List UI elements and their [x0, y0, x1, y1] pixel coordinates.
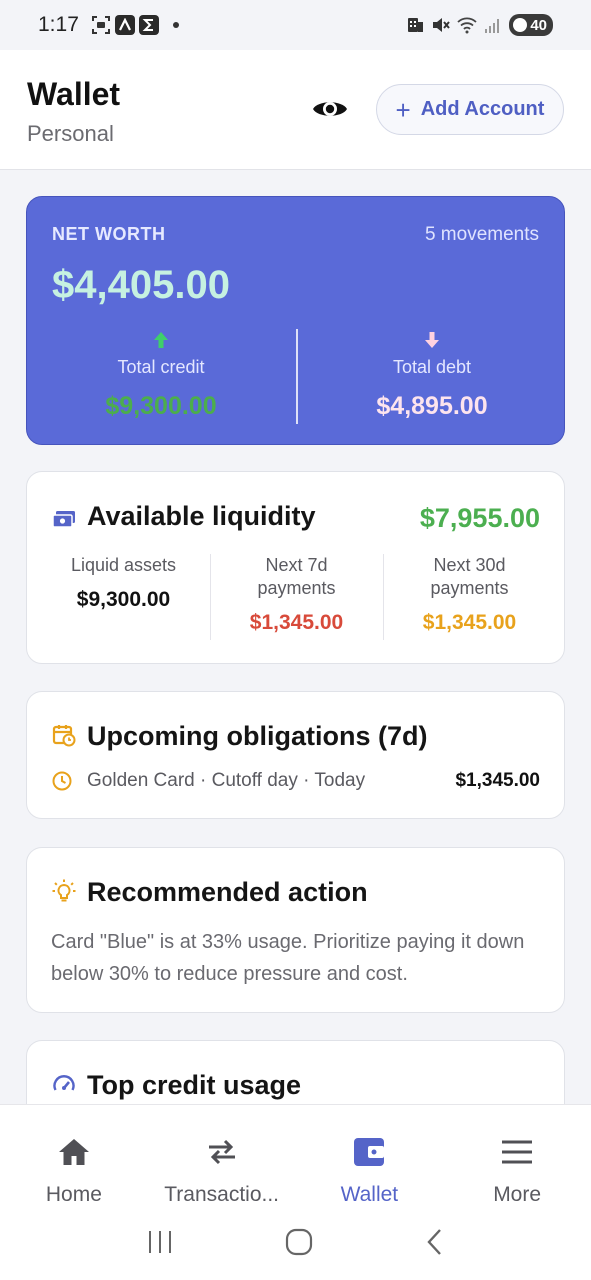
total-credit-section: Total credit $9,300.00 [27, 331, 295, 421]
net-worth-card[interactable]: NET WORTH 5 movements $4,405.00 Total cr… [26, 196, 565, 445]
nav-more-label: More [493, 1183, 542, 1206]
total-debt-label: Total debt [392, 357, 472, 377]
liquidity-columns: Liquid assets $9,300.00 Next 7d payments… [37, 554, 556, 640]
total-credit-label: Total credit [117, 357, 205, 377]
arrow-up-icon [154, 332, 168, 348]
next-7d-label: Next 7d payments [257, 555, 336, 598]
nav-wallet-label: Wallet [340, 1183, 399, 1206]
home-icon [58, 1139, 89, 1165]
app-header: Wallet Personal + Add Account [0, 50, 591, 170]
battery-indicator: 40 [509, 14, 553, 36]
top-credit-title: Top credit usage [87, 1070, 302, 1100]
nav-home-label: Home [45, 1183, 102, 1206]
visibility-toggle-button[interactable] [308, 91, 352, 127]
calendar-clock-icon [51, 722, 77, 748]
liquid-assets-col: Liquid assets $9,300.00 [37, 554, 210, 635]
status-bar: 1:17 40 [0, 0, 591, 50]
gauge-icon [51, 1072, 77, 1098]
liquidity-amount: $7,955.00 [419, 503, 540, 533]
cash-icon [51, 506, 77, 532]
movements-count: 5 movements [424, 224, 539, 245]
nav-transactions-label: Transactio... [164, 1183, 279, 1206]
liquidity-title: Available liquidity [87, 501, 316, 531]
plus-icon: + [395, 94, 411, 125]
eye-icon [313, 102, 347, 116]
battery-level: 40 [530, 16, 547, 34]
nav-wallet[interactable]: Wallet [296, 1105, 444, 1209]
obligation-text: Golden Card · Cutoff day · Today [87, 770, 366, 791]
net-worth-label: NET WORTH [52, 224, 166, 244]
total-debt-section: Total debt $4,895.00 [298, 331, 566, 421]
status-left-icons [91, 15, 179, 35]
liquid-assets-label: Liquid assets [70, 555, 177, 575]
menu-icon [502, 1140, 533, 1164]
add-account-button[interactable]: + Add Account [376, 84, 564, 135]
recent-apps-icon [148, 1231, 171, 1253]
status-time: 1:17 [38, 13, 79, 36]
obligations-card[interactable]: Upcoming obligations (7d) Golden Card · … [26, 691, 565, 819]
signal-icon [483, 15, 503, 35]
total-debt-value: $4,895.00 [376, 392, 488, 420]
next-30d-col: Next 30d payments $1,345.00 [383, 554, 556, 640]
wifi-icon [457, 15, 477, 35]
home-circle-icon [285, 1228, 312, 1256]
nfc-icon [405, 15, 425, 35]
screenshot-icon [91, 15, 111, 35]
recent-apps-button[interactable] [146, 1229, 174, 1260]
obligation-amount: $1,345.00 [455, 770, 540, 791]
swap-icon [208, 1139, 235, 1165]
obligations-title: Upcoming obligations (7d) [87, 721, 428, 751]
obligation-item[interactable]: Golden Card · Cutoff day · Today $1,345.… [51, 770, 540, 792]
a-icon [114, 15, 135, 35]
status-right-icons: 40 [405, 14, 553, 36]
lightbulb-icon [51, 878, 77, 904]
next-7d-value: $1,345.00 [249, 611, 344, 634]
next-30d-value: $1,345.00 [422, 611, 517, 634]
wallet-icon [354, 1138, 385, 1166]
next-30d-label: Next 30d payments [430, 555, 509, 598]
back-chevron-icon [426, 1229, 441, 1255]
page-subtitle: Personal [27, 121, 114, 146]
arrow-down-icon [425, 332, 439, 348]
nav-home[interactable]: Home [0, 1105, 148, 1209]
recommendation-title: Recommended action [87, 877, 368, 907]
next-7d-col: Next 7d payments $1,345.00 [210, 554, 383, 640]
bottom-nav: Home Transactio... Wallet More [0, 1104, 591, 1209]
add-account-label: Add Account [420, 98, 545, 120]
net-worth-amount: $4,405.00 [52, 263, 230, 307]
page-title: Wallet [27, 76, 121, 112]
liquid-assets-value: $9,300.00 [76, 588, 171, 611]
sigma-icon [138, 15, 159, 35]
battery-saver-icon [513, 18, 528, 32]
notification-dot-icon [172, 22, 179, 28]
system-nav-bar [0, 1209, 591, 1280]
nav-more[interactable]: More [443, 1105, 591, 1209]
nav-transactions[interactable]: Transactio... [148, 1105, 296, 1209]
total-credit-value: $9,300.00 [105, 392, 217, 420]
home-nav-button[interactable] [285, 1228, 313, 1261]
liquidity-card[interactable]: Available liquidity $7,955.00 Liquid ass… [26, 471, 565, 664]
mute-icon [431, 15, 451, 35]
clock-icon [52, 771, 72, 791]
back-button[interactable] [424, 1228, 446, 1261]
recommendation-card[interactable]: Recommended action Card "Blue" is at 33%… [26, 847, 565, 1013]
recommendation-body: Card "Blue" is at 33% usage. Prioritize … [51, 931, 525, 985]
